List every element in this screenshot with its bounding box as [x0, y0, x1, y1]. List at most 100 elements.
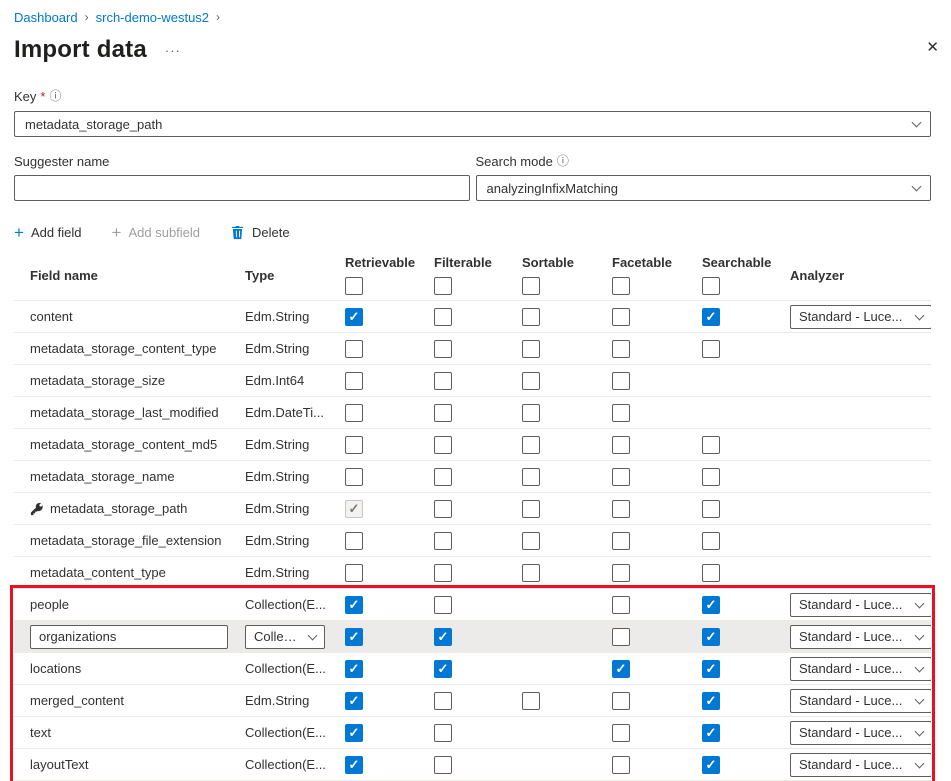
sortable-checkbox[interactable]	[522, 564, 540, 582]
filterable-checkbox[interactable]	[434, 532, 452, 550]
filterable-checkbox[interactable]	[434, 500, 452, 518]
filterable-all-checkbox[interactable]	[434, 277, 452, 295]
add-field-button[interactable]: + Add field	[14, 224, 82, 241]
table-row-metadata_storage_size[interactable]: metadata_storage_sizeEdm.Int64	[14, 365, 931, 397]
facetable-checkbox[interactable]	[612, 308, 630, 326]
table-row-metadata_content_type[interactable]: metadata_content_typeEdm.String	[14, 557, 931, 589]
key-dropdown[interactable]: metadata_storage_path	[14, 111, 931, 137]
field-name-input[interactable]	[30, 625, 228, 649]
searchable-checkbox[interactable]	[702, 500, 720, 518]
table-row-organizations[interactable]: Collectio... Standard - Luce...	[14, 621, 931, 653]
filterable-checkbox[interactable]	[434, 404, 452, 422]
facetable-checkbox[interactable]	[612, 724, 630, 742]
retrievable-checkbox[interactable]	[345, 628, 363, 646]
facetable-checkbox[interactable]	[612, 468, 630, 486]
filterable-checkbox[interactable]	[434, 372, 452, 390]
retrievable-checkbox[interactable]	[345, 340, 363, 358]
sortable-checkbox[interactable]	[522, 692, 540, 710]
filterable-checkbox[interactable]	[434, 724, 452, 742]
facetable-checkbox[interactable]	[612, 596, 630, 614]
type-dropdown[interactable]: Collectio...	[245, 625, 325, 649]
table-row-locations[interactable]: locationsCollection(E...Standard - Luce.…	[14, 653, 931, 685]
table-row-merged_content[interactable]: merged_contentEdm.StringStandard - Luce.…	[14, 685, 931, 717]
table-row-layoutText[interactable]: layoutTextCollection(E...Standard - Luce…	[14, 749, 931, 781]
sortable-checkbox[interactable]	[522, 500, 540, 518]
facetable-checkbox[interactable]	[612, 372, 630, 390]
filterable-checkbox[interactable]	[434, 596, 452, 614]
sortable-checkbox[interactable]	[522, 404, 540, 422]
table-row-metadata_storage_name[interactable]: metadata_storage_nameEdm.String	[14, 461, 931, 493]
facetable-all-checkbox[interactable]	[612, 277, 630, 295]
facetable-checkbox[interactable]	[612, 404, 630, 422]
filterable-checkbox[interactable]	[434, 756, 452, 774]
searchable-checkbox[interactable]	[702, 468, 720, 486]
searchable-all-checkbox[interactable]	[702, 277, 720, 295]
searchable-checkbox[interactable]	[702, 628, 720, 646]
searchable-checkbox[interactable]	[702, 756, 720, 774]
searchable-checkbox[interactable]	[702, 308, 720, 326]
facetable-checkbox[interactable]	[612, 340, 630, 358]
analyzer-dropdown[interactable]: Standard - Luce...	[790, 657, 931, 681]
more-menu-icon[interactable]: ···	[165, 43, 181, 58]
table-row-metadata_storage_content_type[interactable]: metadata_storage_content_typeEdm.String	[14, 333, 931, 365]
table-row-metadata_storage_path[interactable]: metadata_storage_pathEdm.String	[14, 493, 931, 525]
sortable-checkbox[interactable]	[522, 436, 540, 454]
facetable-checkbox[interactable]	[612, 756, 630, 774]
facetable-checkbox[interactable]	[612, 628, 630, 646]
retrievable-checkbox[interactable]	[345, 596, 363, 614]
suggester-input[interactable]	[14, 175, 470, 201]
breadcrumb-dashboard[interactable]: Dashboard	[14, 10, 78, 25]
facetable-checkbox[interactable]	[612, 436, 630, 454]
searchable-checkbox[interactable]	[702, 436, 720, 454]
facetable-checkbox[interactable]	[612, 660, 630, 678]
retrievable-checkbox[interactable]	[345, 404, 363, 422]
retrievable-checkbox[interactable]	[345, 724, 363, 742]
retrievable-checkbox[interactable]	[345, 372, 363, 390]
table-row-metadata_storage_content_md5[interactable]: metadata_storage_content_md5Edm.String	[14, 429, 931, 461]
searchable-checkbox[interactable]	[702, 532, 720, 550]
sortable-checkbox[interactable]	[522, 468, 540, 486]
analyzer-dropdown[interactable]: Standard - Luce...	[790, 721, 931, 745]
facetable-checkbox[interactable]	[612, 500, 630, 518]
retrievable-checkbox[interactable]	[345, 692, 363, 710]
sortable-checkbox[interactable]	[522, 308, 540, 326]
filterable-checkbox[interactable]	[434, 564, 452, 582]
retrievable-checkbox[interactable]	[345, 564, 363, 582]
filterable-checkbox[interactable]	[434, 628, 452, 646]
sortable-checkbox[interactable]	[522, 340, 540, 358]
searchable-checkbox[interactable]	[702, 564, 720, 582]
retrievable-checkbox[interactable]	[345, 756, 363, 774]
retrievable-checkbox[interactable]	[345, 436, 363, 454]
retrievable-all-checkbox[interactable]	[345, 277, 363, 295]
analyzer-dropdown[interactable]: Standard - Luce...	[790, 689, 931, 713]
table-row-content[interactable]: contentEdm.StringStandard - Luce...	[14, 301, 931, 333]
facetable-checkbox[interactable]	[612, 564, 630, 582]
retrievable-checkbox[interactable]	[345, 468, 363, 486]
table-row-text[interactable]: textCollection(E...Standard - Luce...	[14, 717, 931, 749]
searchable-checkbox[interactable]	[702, 692, 720, 710]
add-subfield-button[interactable]: + Add subfield	[112, 224, 201, 241]
facetable-checkbox[interactable]	[612, 532, 630, 550]
searchable-checkbox[interactable]	[702, 724, 720, 742]
retrievable-checkbox[interactable]	[345, 660, 363, 678]
sortable-checkbox[interactable]	[522, 532, 540, 550]
analyzer-dropdown[interactable]: Standard - Luce...	[790, 753, 931, 777]
analyzer-dropdown[interactable]: Standard - Luce...	[790, 305, 931, 329]
filterable-checkbox[interactable]	[434, 660, 452, 678]
facetable-checkbox[interactable]	[612, 692, 630, 710]
searchable-checkbox[interactable]	[702, 596, 720, 614]
table-row-metadata_storage_file_extension[interactable]: metadata_storage_file_extensionEdm.Strin…	[14, 525, 931, 557]
filterable-checkbox[interactable]	[434, 436, 452, 454]
searchable-checkbox[interactable]	[702, 660, 720, 678]
filterable-checkbox[interactable]	[434, 308, 452, 326]
breadcrumb-service[interactable]: srch-demo-westus2	[96, 10, 209, 25]
searchable-checkbox[interactable]	[702, 340, 720, 358]
filterable-checkbox[interactable]	[434, 340, 452, 358]
analyzer-dropdown[interactable]: Standard - Luce...	[790, 593, 931, 617]
filterable-checkbox[interactable]	[434, 468, 452, 486]
table-row-people[interactable]: peopleCollection(E...Standard - Luce...	[14, 589, 931, 621]
analyzer-dropdown[interactable]: Standard - Luce...	[790, 625, 931, 649]
search-mode-dropdown[interactable]: analyzingInfixMatching	[476, 175, 932, 201]
retrievable-checkbox[interactable]	[345, 308, 363, 326]
filterable-checkbox[interactable]	[434, 692, 452, 710]
